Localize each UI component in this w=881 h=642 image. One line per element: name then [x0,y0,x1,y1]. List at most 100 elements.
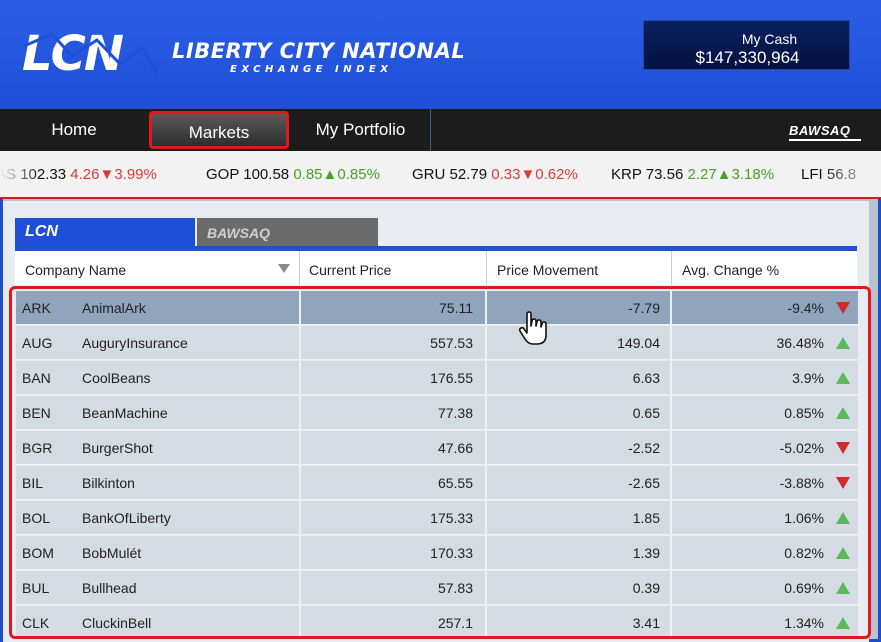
ticker-change: 0.85 [293,166,323,183]
cash-panel: My Cash $147,330,964 [643,20,850,70]
hand-pointer-icon [518,311,547,345]
cash-label: My Cash [741,31,798,47]
table-row[interactable]: BIL Bilkinton 65.55 -2.65 -3.88% [16,466,858,500]
row-current-price: 75.11 [439,300,473,316]
ticker-item-gop: GOP 100.58 0.85▲0.85% [206,166,380,183]
ticker-price: 73.56 [645,166,684,183]
row-price-movement: 3.41 [632,615,660,631]
lcn-logo: LCN [22,26,160,78]
table-row[interactable]: BEN BeanMachine 77.38 0.65 0.85% [16,396,858,430]
row-symbol: CLK [22,615,50,631]
bawsaq-logo[interactable]: BAWSAQ [789,123,861,141]
triangle-up-icon: ▲ [716,166,732,183]
row-current-price: 170.33 [430,545,473,561]
row-company-name: BankOfLiberty [82,510,171,526]
tab-my-portfolio[interactable]: My Portfolio [291,109,431,151]
row-avg-change: 0.69% [784,580,824,596]
markets-panel: LCN BAWSAQ Company Name Current Price Pr… [3,201,871,642]
triangle-up-icon [836,372,850,384]
table-row[interactable]: AUG AuguryInsurance 557.53 149.04 36.48% [16,326,858,360]
row-company-name: AuguryInsurance [82,335,188,351]
ticker-change: 4.26 [70,166,100,183]
stock-table: ARK AnimalArk 75.11 -7.79 -9.4% AUG AuguryInsu… [9,286,871,639]
triangle-up-icon [836,512,850,524]
tab-markets[interactable]: Markets [149,111,289,149]
ticker-symbol: GOP [206,166,240,183]
triangle-up-icon: ▲ [322,166,338,183]
row-symbol: BAN [22,370,51,386]
sort-down-icon[interactable] [278,264,290,273]
row-avg-change: 3.9% [792,370,824,386]
ticker-change: 0.33 [491,166,521,183]
triangle-down-icon: ▼ [99,166,115,183]
row-current-price: 257.1 [437,615,473,631]
row-current-price: 57.83 [437,580,473,596]
row-avg-change: -9.4% [787,300,824,316]
triangle-down-icon: ▼ [520,166,536,183]
row-company-name: BurgerShot [82,440,153,456]
ticker-price: 100.58 [243,166,290,183]
row-price-movement: 6.63 [632,370,660,386]
row-current-price: 47.66 [437,440,473,456]
tab-lcn[interactable]: LCN [15,218,195,246]
table-row[interactable]: BUL Bullhead 57.83 0.39 0.69% [16,571,858,605]
row-symbol: AUG [22,335,53,351]
row-symbol: BOM [22,545,54,561]
header: LCN LIBERTY CITY NATIONAL EXCHANGE INDEX… [0,0,881,109]
row-symbol: BEN [22,405,51,421]
bawsaq-logo-text: BAWSAQ [789,123,851,138]
table-row[interactable]: BOL BankOfLiberty 175.33 1.85 1.06% [16,501,858,535]
row-avg-change: -3.88% [779,475,824,491]
row-symbol: BGR [22,440,53,456]
table-row[interactable]: CLK CluckinBell 257.1 3.41 1.34% [16,606,858,636]
row-company-name: BeanMachine [82,405,168,421]
tab-bawsaq[interactable]: BAWSAQ [197,218,378,246]
column-avg-change[interactable]: Avg. Change % [682,251,779,285]
ticker-percent: 3.18% [731,166,775,183]
table-header: Company Name Current Price Price Movemen… [15,251,857,285]
ticker-percent: 3.99% [114,166,157,183]
row-avg-change: 1.06% [784,510,824,526]
row-price-movement: 0.39 [632,580,660,596]
row-current-price: 65.55 [437,475,473,491]
row-company-name: AnimalArk [82,300,146,316]
tab-home[interactable]: Home [2,109,146,151]
logo-title: LIBERTY CITY NATIONAL [172,39,466,63]
column-price-movement[interactable]: Price Movement [497,251,598,285]
triangle-down-icon [836,477,850,489]
cash-value: $147,330,964 [695,48,800,67]
row-avg-change: 36.48% [776,335,824,351]
table-row[interactable]: BGR BurgerShot 47.66 -2.52 -5.02% [16,431,858,465]
row-company-name: Bullhead [82,580,137,596]
row-avg-change: 0.85% [784,405,824,421]
ticker-percent: 0.85% [337,166,380,183]
row-price-movement: 149.04 [617,335,660,351]
table-row[interactable]: BOM BobMulét 170.33 1.39 0.82% [16,536,858,570]
row-current-price: 176.55 [430,370,473,386]
stock-ticker: AS 102.33 4.26▼3.99%GOP 100.58 0.85▲0.85… [0,151,881,199]
ticker-item-krp: KRP 73.56 2.27▲3.18% [611,166,774,183]
table-row[interactable]: ARK AnimalArk 75.11 -7.79 -9.4% [16,291,858,325]
row-symbol: BIL [22,475,44,491]
row-company-name: CoolBeans [82,370,151,386]
triangle-down-icon [836,442,850,454]
row-current-price: 77.38 [437,405,473,421]
column-current-price[interactable]: Current Price [309,251,391,285]
column-company-name[interactable]: Company Name [25,251,126,285]
triangle-up-icon [836,337,850,349]
row-current-price: 557.53 [430,335,473,351]
table-row[interactable]: BAN CoolBeans 176.55 6.63 3.9% [16,361,858,395]
row-company-name: BobMulét [82,545,142,561]
row-avg-change: 0.82% [784,545,824,561]
row-price-movement: 0.65 [632,405,660,421]
ticker-percent: 0.62% [535,166,578,183]
row-price-movement: -2.52 [628,440,660,456]
ticker-item-gru: GRU 52.79 0.33▼0.62% [412,166,578,183]
ticker-price: 52.79 [449,166,488,183]
ticker-symbol: GRU [412,166,446,183]
row-symbol: BUL [22,580,50,596]
row-company-name: Bilkinton [82,475,135,491]
row-price-movement: -7.79 [628,300,660,316]
ticker-symbol: LFI [801,166,823,183]
row-price-movement: -2.65 [628,475,660,491]
